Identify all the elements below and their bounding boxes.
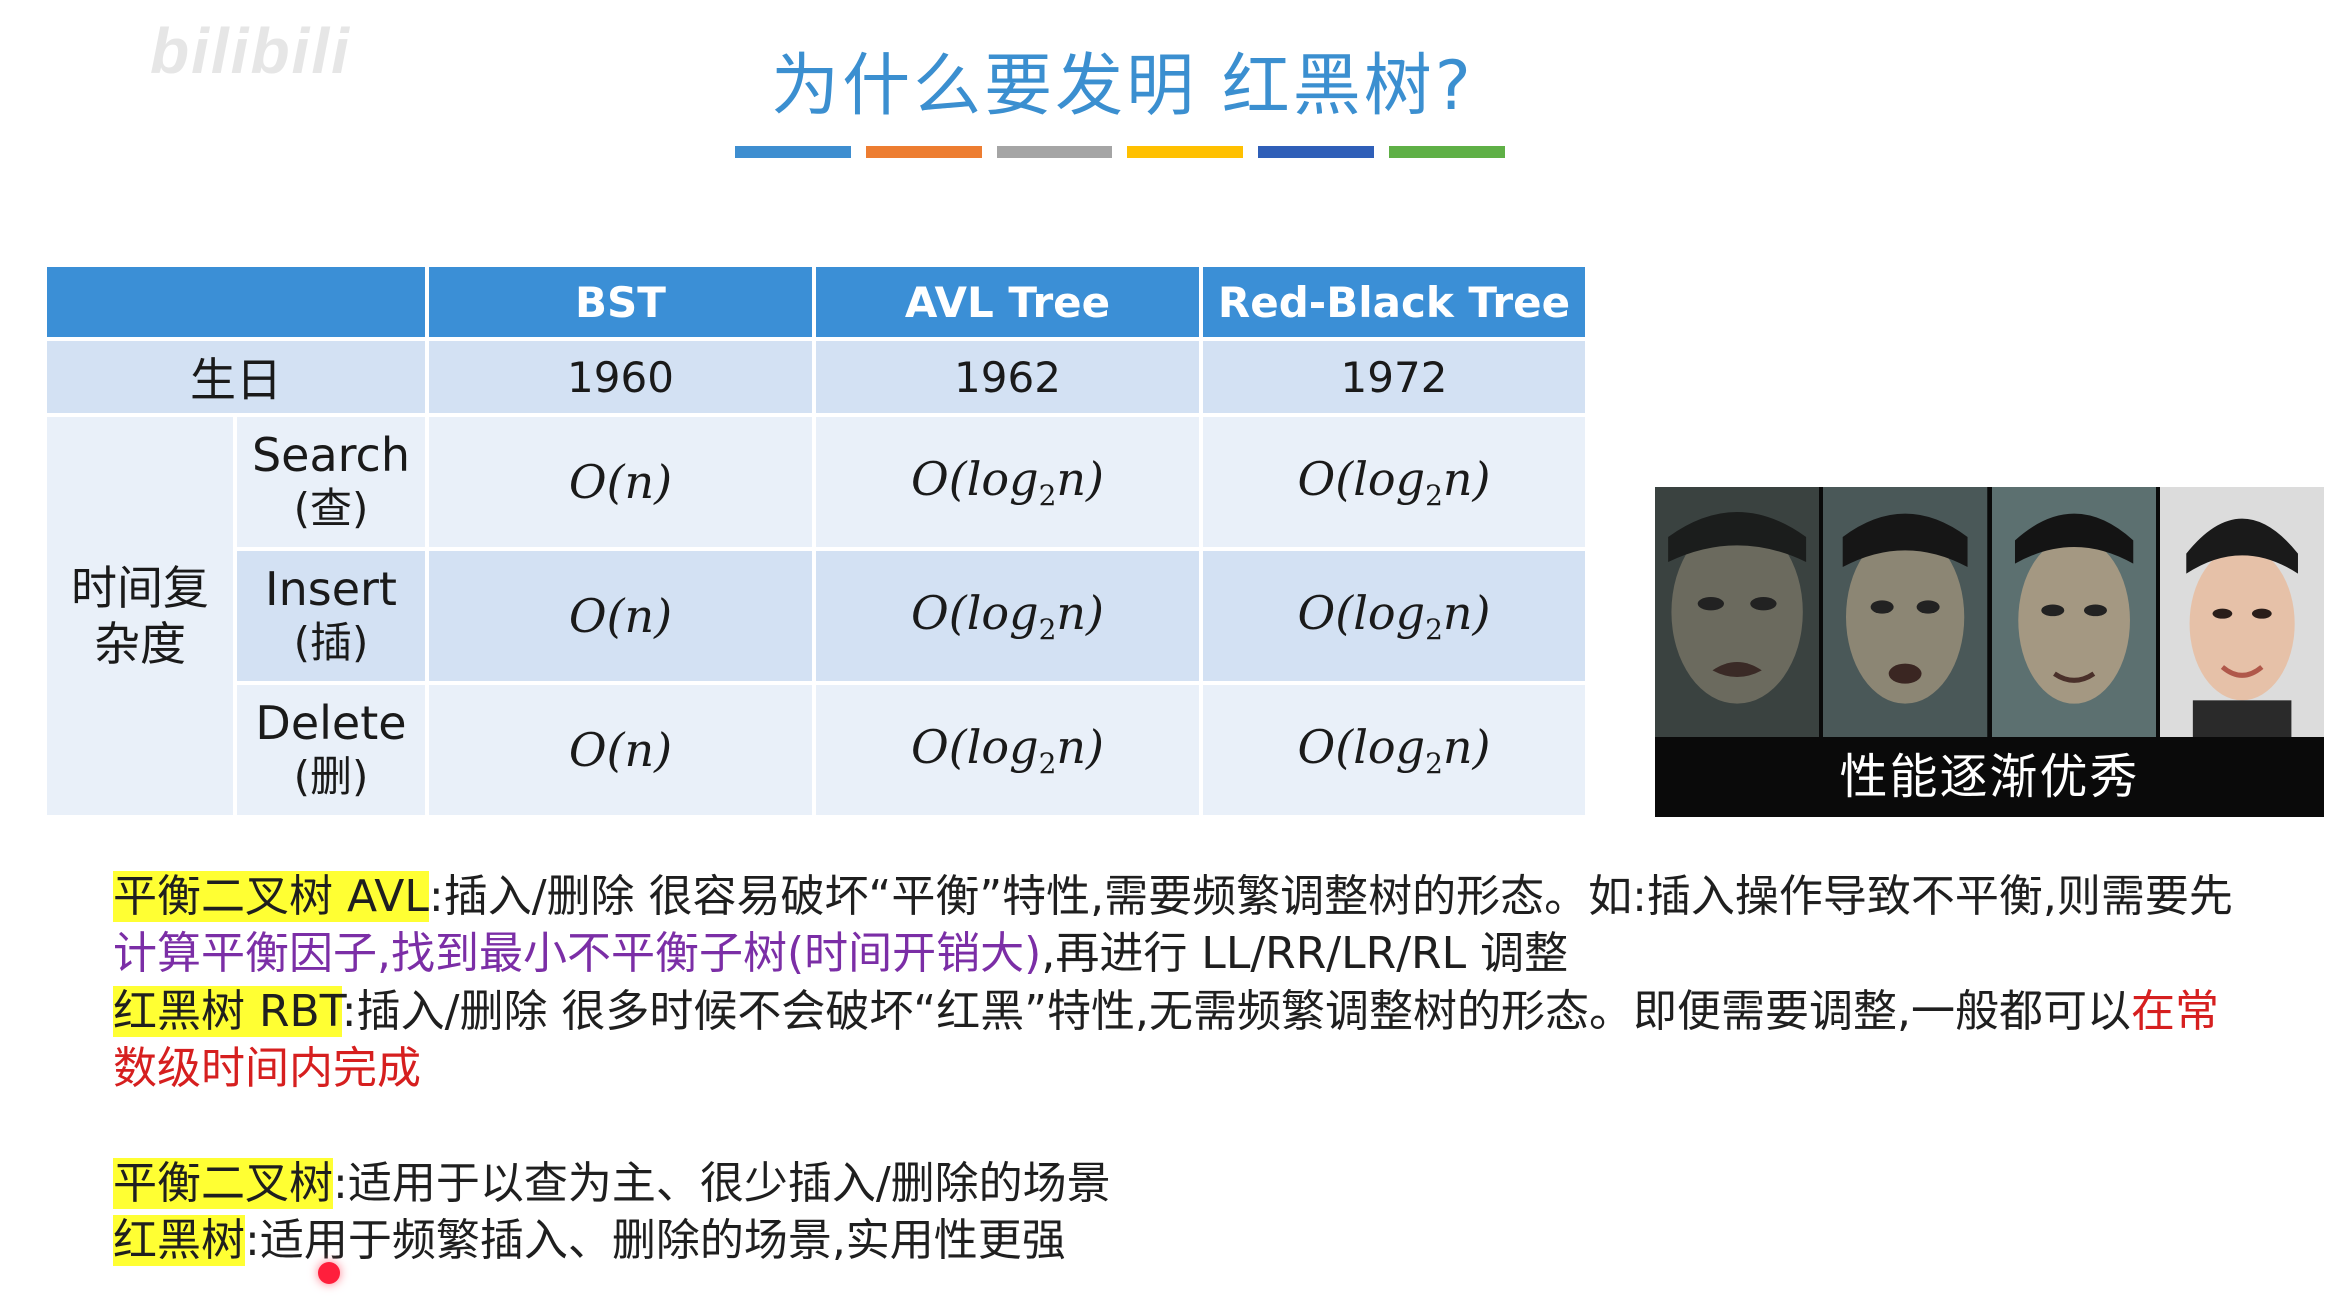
redblack-summary: 红黑树:适用于频繁插入、删除的场景,实用性更强 [113, 1212, 2243, 1269]
avl-text-2: ,再进行 LL/RR/LR/RL 调整 [1041, 928, 1569, 979]
table-header-row: BST AVL Tree Red-Black Tree [43, 263, 1589, 341]
table-row-birth: 生日 1960 1962 1972 [43, 337, 1589, 417]
header-bst: BST [425, 263, 816, 341]
cell-value: O(log2n) [1199, 547, 1589, 685]
cell-value: O(log2n) [812, 413, 1203, 551]
op-delete: Delete (删) [233, 681, 429, 819]
header-empty [43, 263, 429, 341]
header-avl: AVL Tree [812, 263, 1203, 341]
page-title: 为什么要发明 红黑树? [771, 47, 1474, 126]
balance-text: :适用于以查为主、很少插入/删除的场景 [333, 1158, 1111, 1209]
avl-text-highlight: 计算平衡因子,找到最小不平衡子树(时间开销大) [113, 928, 1042, 979]
birth-avl: 1962 [812, 337, 1203, 417]
meme-image: 性能逐渐优秀 [1655, 487, 2324, 817]
redblack-label: 红黑树 [113, 1215, 245, 1266]
op-insert: Insert (插) [233, 547, 429, 685]
table-row-insert: Insert (插) O(n) O(log2n) O(log2n) [45, 547, 1589, 685]
title-bar-segment [865, 146, 982, 158]
face-portrait-3 [1991, 487, 2160, 737]
complexity-label: 时间复杂度 [43, 413, 237, 819]
avl-label: 平衡二叉树 AVL [113, 871, 429, 922]
cell-value: O(n) [425, 547, 816, 685]
cell-value: O(n) [425, 413, 816, 551]
comparison-table: BST AVL Tree Red-Black Tree 生日 1960 1962… [43, 263, 1589, 819]
table-row-search: 时间复杂度 Search (查) O(n) O(log2n) O(log2n) [43, 413, 1589, 819]
birth-bst: 1960 [425, 337, 816, 417]
pointer-dot [318, 1262, 340, 1284]
title-bar-segment [1258, 146, 1375, 158]
title-bar-segment [1127, 146, 1244, 158]
balance-summary: 平衡二叉树:适用于以查为主、很少插入/删除的场景 [113, 1155, 2243, 1212]
rbt-paragraph: 红黑树 RBT:插入/删除 很多时候不会破坏“红黑”特性,无需频繁调整树的形态。… [113, 983, 2243, 1097]
cell-value: O(log2n) [1199, 681, 1589, 819]
avl-paragraph: 平衡二叉树 AVL:插入/删除 很容易破坏“平衡”特性,需要频繁调整树的形态。如… [113, 868, 2243, 982]
cell-value: O(n) [425, 681, 816, 819]
rbt-text-1: :插入/删除 很多时候不会破坏“红黑”特性,无需频繁调整树的形态。即便需要调整,… [341, 986, 2131, 1037]
title-bar-segment [735, 146, 851, 158]
title-bar-segment [996, 146, 1113, 158]
face-portrait-2 [1823, 487, 1992, 737]
face-portrait-1 [1655, 487, 1824, 737]
avl-text-1: :插入/删除 很容易破坏“平衡”特性,需要频繁调整树的形态。如:插入操作导致不平… [428, 871, 2233, 922]
redblack-text: :适用于频繁插入、删除的场景,实用性更强 [245, 1215, 1066, 1266]
rbt-label: 红黑树 RBT [113, 986, 342, 1037]
birth-rbt: 1972 [1199, 337, 1589, 417]
face-portrait-4 [2159, 487, 2324, 737]
cell-value: O(log2n) [812, 547, 1203, 685]
op-search: Search (查) [233, 413, 429, 551]
image-caption: 性能逐渐优秀 [1839, 749, 2140, 805]
title-bar-segment [1389, 146, 1505, 158]
cell-value: O(log2n) [1199, 413, 1589, 551]
title-color-bar [735, 146, 1505, 158]
table-row-delete: Delete (删) O(n) O(log2n) O(log2n) [45, 681, 1589, 819]
birth-label: 生日 [43, 337, 429, 417]
header-rbt: Red-Black Tree [1199, 263, 1589, 341]
cell-value: O(log2n) [812, 681, 1203, 819]
balance-label: 平衡二叉树 [113, 1158, 333, 1209]
